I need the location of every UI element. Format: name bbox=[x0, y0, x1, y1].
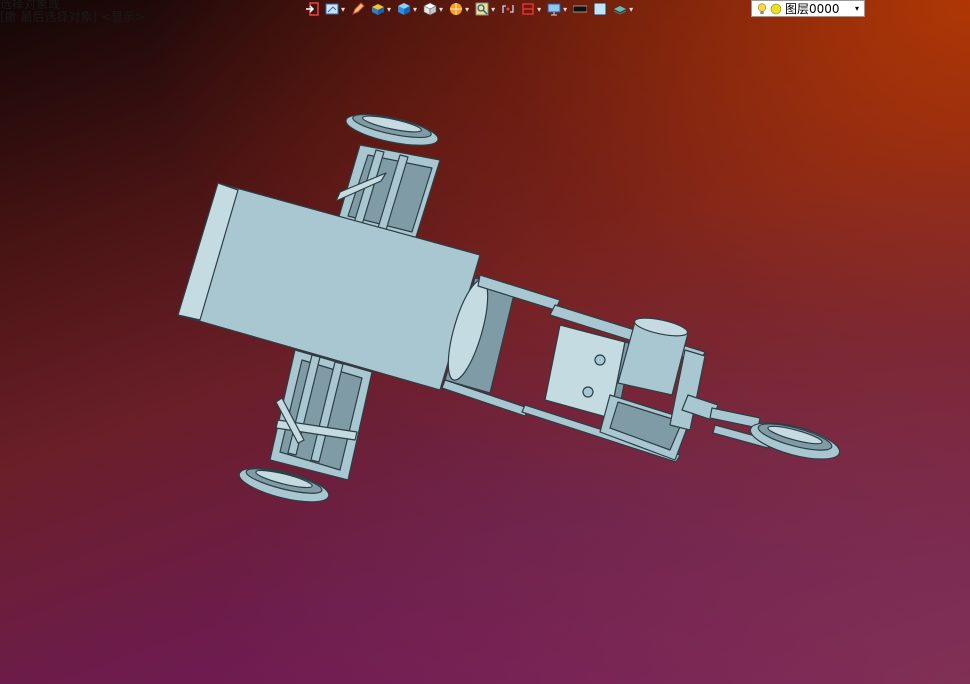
insert-icon bbox=[306, 2, 319, 16]
section-button[interactable]: ▾ bbox=[518, 0, 544, 18]
cube-blue-icon bbox=[398, 3, 411, 15]
command-prompt: 选择对象或 [撤 最后选择对象] <显示> bbox=[0, 0, 145, 24]
zoom-button[interactable]: ▾ bbox=[472, 0, 498, 18]
draw-button[interactable]: ▾ bbox=[322, 0, 348, 18]
main-body-panel bbox=[177, 182, 481, 391]
orbit-icon bbox=[502, 5, 514, 13]
cube-white-button[interactable]: ▾ bbox=[420, 0, 446, 18]
insert-button[interactable] bbox=[302, 0, 322, 18]
orbit-button[interactable] bbox=[498, 0, 518, 18]
section-icon bbox=[522, 3, 534, 15]
color-lightblue-button[interactable] bbox=[590, 0, 610, 18]
solid-box-button[interactable]: ▾ bbox=[368, 0, 394, 18]
front-fork bbox=[681, 394, 771, 449]
layers-button[interactable]: ▾ bbox=[610, 0, 636, 18]
color-lightblue-icon bbox=[593, 2, 607, 16]
layers-icon bbox=[613, 6, 627, 15]
top-toolbar: ▾ ▾ ▾ ▾ ▾ ▾ ▾ ▾ ▾ bbox=[302, 0, 636, 18]
3d-model[interactable] bbox=[0, 0, 970, 684]
color-black-button[interactable] bbox=[570, 0, 590, 18]
cube-white-icon bbox=[423, 2, 437, 16]
sun-icon bbox=[770, 3, 782, 14]
lightbulb-icon bbox=[757, 2, 767, 14]
sphere-icon bbox=[450, 3, 463, 15]
axle-frame-bottom bbox=[269, 349, 373, 481]
viewport-button[interactable]: ▾ bbox=[544, 0, 570, 18]
wheel-front bbox=[749, 422, 841, 460]
sphere-button[interactable]: ▾ bbox=[446, 0, 472, 18]
solid-box-icon bbox=[372, 4, 385, 15]
prompt-line-2: [撤 最后选择对象] <显示> bbox=[0, 10, 146, 24]
pencil-icon bbox=[352, 2, 365, 15]
pencil-button[interactable] bbox=[348, 0, 368, 18]
draw-icon bbox=[325, 3, 339, 15]
color-black-icon bbox=[573, 5, 588, 13]
chevron-down-icon: ▾ bbox=[854, 4, 859, 13]
zoom-icon bbox=[475, 2, 489, 16]
layer-name: 图层0000 bbox=[785, 2, 840, 16]
wheel-top-left bbox=[345, 113, 439, 146]
cube-blue-button[interactable]: ▾ bbox=[394, 0, 420, 18]
layer-dropdown[interactable]: 图层0000 ▾ bbox=[751, 0, 865, 17]
viewport-icon bbox=[547, 3, 561, 16]
